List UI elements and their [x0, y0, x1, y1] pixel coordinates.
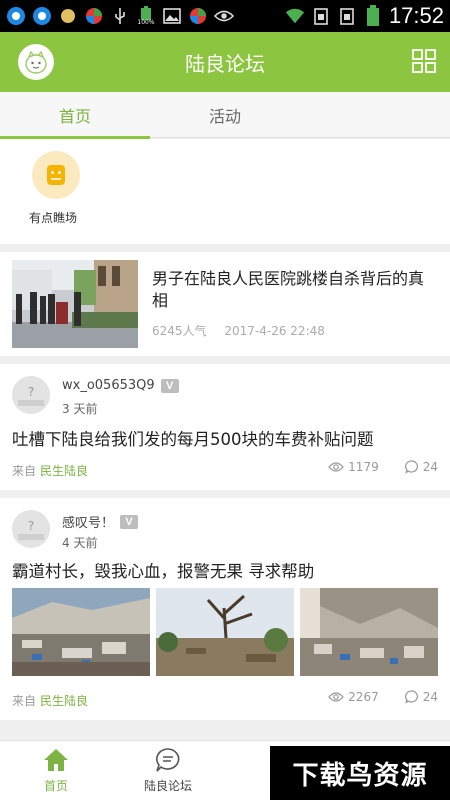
- nav-home[interactable]: 首页: [0, 741, 112, 800]
- news-meta: 6245人气 2017-4-26 22:48: [152, 322, 339, 339]
- comment-icon: [404, 690, 418, 704]
- post-source: 来自 民生陆良: [12, 692, 88, 709]
- battery-icon: 100%: [136, 6, 156, 26]
- svg-text:?: ?: [28, 519, 34, 533]
- avatar[interactable]: ?: [12, 376, 50, 414]
- post-title[interactable]: 吐槽下陆良给我们发的每月500块的车费补贴问题: [12, 426, 374, 450]
- qq-icon: [6, 6, 26, 26]
- source-prefix: 来自: [12, 464, 37, 478]
- status-bar: 100% 17:52: [0, 0, 450, 32]
- home-icon: [44, 749, 68, 771]
- grid-icon: [412, 49, 436, 73]
- eye-icon: [328, 692, 344, 702]
- eye-icon: [328, 462, 344, 472]
- category-strip: 有点瞧场: [0, 139, 450, 244]
- nav-forum[interactable]: 陆良论坛: [112, 741, 224, 800]
- sim-icon: [311, 6, 331, 26]
- news-time: 2017-4-26 22:48: [224, 324, 325, 338]
- page-title: 陆良论坛: [185, 51, 265, 76]
- news-title[interactable]: 男子在陆良人民医院跳楼自杀背后的真相: [152, 268, 437, 312]
- post-stats: 2267 24: [328, 690, 438, 704]
- username: wx_o05653Q9: [62, 378, 155, 393]
- grid-menu-button[interactable]: [412, 49, 436, 73]
- watermark: 下载鸟资源: [270, 746, 450, 800]
- post-source: 来自 民生陆良: [12, 462, 88, 479]
- app-icon: [84, 6, 104, 26]
- username: 感叹号！: [62, 516, 115, 531]
- post-stats: 1179 24: [328, 460, 438, 474]
- post-title[interactable]: 霸道村长，毁我心血，报警无果 寻求帮助: [12, 558, 314, 582]
- chat-icon: [156, 748, 180, 772]
- news-thumbnail: [12, 260, 138, 348]
- mascot-icon: [25, 50, 47, 74]
- post-card[interactable]: ? 感叹号！ V 4 天前 霸道村长，毁我心血，报警无果 寻求帮助 来自 民生陆…: [0, 498, 450, 720]
- tab-bar: 首页 活动: [0, 92, 450, 139]
- source-link[interactable]: 民生陆良: [40, 694, 88, 708]
- tab-activity[interactable]: 活动: [150, 92, 300, 138]
- app-header: 陆良论坛: [0, 32, 450, 92]
- sim-icon: [337, 6, 357, 26]
- source-prefix: 来自: [12, 694, 37, 708]
- post-image[interactable]: [12, 588, 150, 676]
- news-views: 6245人气: [152, 324, 207, 338]
- view-count: 2267: [348, 690, 379, 704]
- news-card[interactable]: 男子在陆良人民医院跳楼自杀背后的真相 6245人气 2017-4-26 22:4…: [0, 252, 450, 356]
- battery-icon: [363, 5, 383, 26]
- comment-count: 24: [422, 460, 438, 474]
- post-username[interactable]: 感叹号！ V: [62, 512, 139, 531]
- usb-icon: [110, 6, 130, 26]
- circle-icon: [58, 6, 78, 26]
- svg-text:?: ?: [28, 385, 34, 399]
- profile-avatar-button[interactable]: [18, 44, 54, 80]
- clock: 17:52: [388, 3, 444, 28]
- comment-count: 24: [422, 690, 438, 704]
- post-image[interactable]: [300, 588, 438, 676]
- category-label: 有点瞧场: [28, 211, 77, 225]
- avatar[interactable]: ?: [12, 510, 50, 548]
- post-card[interactable]: ? wx_o05653Q9 V 3 天前 吐槽下陆良给我们发的每月500块的车费…: [0, 364, 450, 490]
- image-icon: [162, 6, 182, 26]
- post-image-gallery: [12, 588, 438, 676]
- source-link[interactable]: 民生陆良: [40, 464, 88, 478]
- qq-icon: [32, 6, 52, 26]
- post-image[interactable]: [156, 588, 294, 676]
- verified-badge: V: [120, 514, 139, 529]
- robot-icon: [32, 151, 80, 199]
- post-time: 4 天前: [62, 536, 98, 550]
- view-count: 1179: [348, 460, 379, 474]
- post-username[interactable]: wx_o05653Q9 V: [62, 378, 179, 393]
- wifi-icon: [285, 6, 305, 26]
- eye-icon: [214, 6, 234, 26]
- post-time: 3 天前: [62, 402, 98, 416]
- verified-badge: V: [160, 378, 179, 393]
- nav-label: 首页: [43, 779, 68, 793]
- app-icon: [188, 6, 208, 26]
- category-item[interactable]: 有点瞧场: [26, 151, 86, 226]
- tab-home[interactable]: 首页: [0, 92, 150, 139]
- nav-label: 陆良论坛: [143, 779, 192, 793]
- comment-icon: [404, 460, 418, 474]
